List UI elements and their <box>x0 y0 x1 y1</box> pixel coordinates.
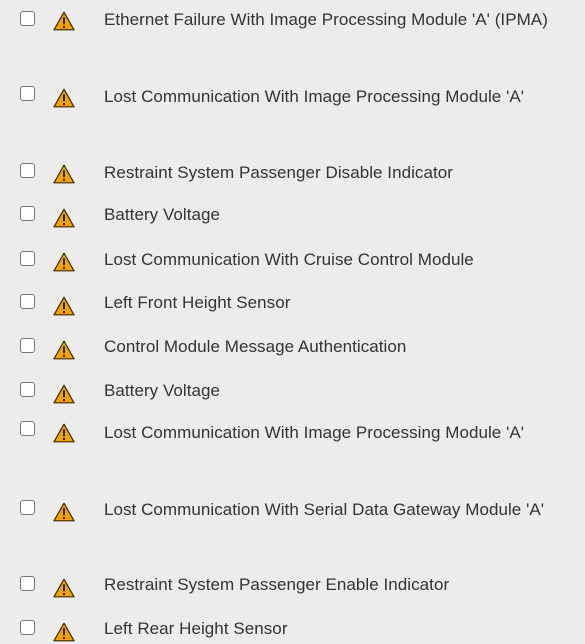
checkbox-icon[interactable] <box>20 576 35 591</box>
dtc-label: Restraint System Passenger Enable Indica… <box>104 575 450 594</box>
checkbox-icon[interactable] <box>20 382 35 397</box>
dtc-label: Lost Communication With Image Processing… <box>104 87 525 106</box>
checkbox-icon[interactable] <box>20 421 35 436</box>
dtc-label: Ethernet Failure With Image Processing M… <box>104 10 548 29</box>
dtc-label: Control Module Message Authentication <box>104 337 407 356</box>
dtc-label: Battery Voltage <box>104 205 221 224</box>
dtc-label: Restraint System Passenger Disable Indic… <box>104 163 453 182</box>
warning-triangle-icon <box>53 11 75 31</box>
warning-triangle-icon <box>53 340 75 360</box>
dtc-label: Left Front Height Sensor <box>104 293 291 312</box>
warning-triangle-icon <box>53 164 75 184</box>
checkbox-icon[interactable] <box>20 294 35 309</box>
warning-triangle-icon <box>53 423 75 443</box>
warning-triangle-icon <box>53 578 75 598</box>
warning-triangle-icon <box>53 252 75 272</box>
checkbox-icon[interactable] <box>20 163 35 178</box>
dtc-label: Lost Communication With Image Processing… <box>104 423 525 442</box>
warning-triangle-icon <box>53 622 75 642</box>
checkbox-icon[interactable] <box>20 251 35 266</box>
dtc-label: Lost Communication With Cruise Control M… <box>104 250 474 269</box>
checkbox-icon[interactable] <box>20 620 35 635</box>
checkbox-icon[interactable] <box>20 11 35 26</box>
warning-triangle-icon <box>53 208 75 228</box>
warning-triangle-icon <box>53 502 75 522</box>
dtc-label: Lost Communication With Serial Data Gate… <box>104 500 545 519</box>
checkbox-icon[interactable] <box>20 500 35 515</box>
checkbox-icon[interactable] <box>20 86 35 101</box>
dtc-list: Ethernet Failure With Image Processing M… <box>0 0 585 642</box>
warning-triangle-icon <box>53 384 75 404</box>
warning-triangle-icon <box>53 88 75 108</box>
warning-triangle-icon <box>53 296 75 316</box>
dtc-label: Left Rear Height Sensor <box>104 619 288 638</box>
checkbox-icon[interactable] <box>20 338 35 353</box>
checkbox-icon[interactable] <box>20 206 35 221</box>
dtc-label: Battery Voltage <box>104 381 221 400</box>
